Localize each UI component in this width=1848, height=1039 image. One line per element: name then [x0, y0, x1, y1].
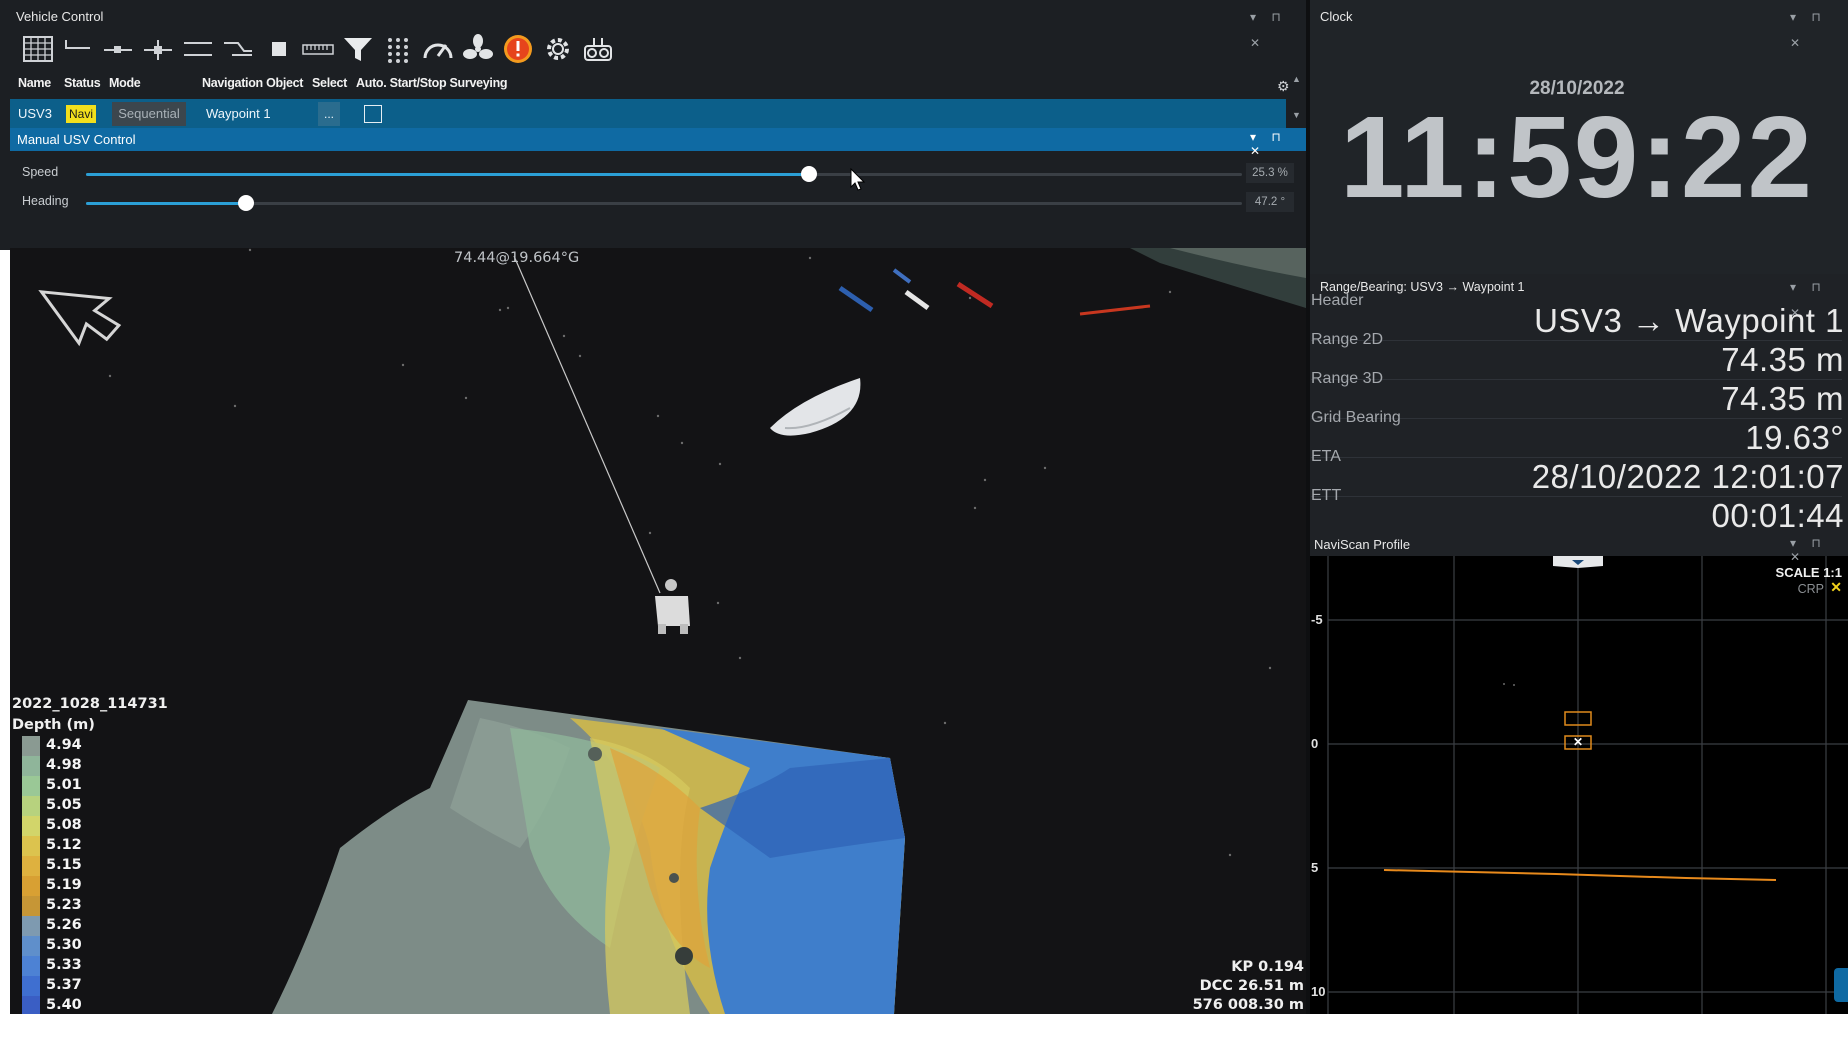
heading-slider[interactable]: [86, 193, 1242, 213]
svg-text:✕: ✕: [1573, 735, 1583, 749]
settings-gear-icon[interactable]: ⚙: [1277, 78, 1290, 95]
divider-vertical: [1306, 0, 1310, 1014]
rov-robot-icon[interactable]: [582, 34, 614, 64]
vehicle-control-title: Vehicle Control: [16, 9, 104, 24]
scroll-up-icon[interactable]: ▲: [1292, 74, 1301, 84]
rb-label-range3d: Range 3D: [1311, 370, 1384, 387]
speed-slider-fill: [86, 173, 809, 176]
clock-title: Clock: [1320, 9, 1353, 24]
gear-icon[interactable]: [542, 34, 574, 64]
rb-value-ett: 00:01:44: [1711, 497, 1844, 534]
survey-name: 2022_1028_114731: [12, 696, 168, 712]
easting-readout: 576 008.30 m: [1192, 997, 1304, 1013]
dot-grid-icon[interactable]: [382, 34, 414, 64]
heading-slider-fill: [86, 202, 246, 205]
col-navigation-object[interactable]: Navigation Object: [202, 76, 303, 90]
naviscan-crp: CRP: [1797, 582, 1824, 596]
select-browse-button[interactable]: ...: [318, 102, 340, 126]
parallel-lines-icon[interactable]: [182, 34, 214, 64]
clock-time: 11:59:22: [1340, 92, 1814, 222]
range-bearing-window-controls[interactable]: ▾ ⊓ ✕: [1790, 274, 1848, 320]
crp-marker-icon: ✕: [1830, 579, 1842, 595]
rb-value-eta: 28/10/2022 12:01:07: [1531, 458, 1844, 495]
naviscan-scale: SCALE 1:1: [1775, 565, 1842, 580]
heading-slider-thumb[interactable]: [237, 195, 254, 211]
status-badge: Navi: [66, 105, 97, 123]
funnel-filter-icon[interactable]: [342, 34, 374, 64]
heading-value: 47.2 °: [1246, 192, 1294, 212]
map-scene: [38, 248, 1306, 1014]
rb-label-ett: ETT: [1311, 487, 1342, 504]
naviscan-title: NaviScan Profile: [1314, 537, 1411, 552]
col-select[interactable]: Select: [312, 76, 347, 90]
fan-icon[interactable]: [462, 34, 494, 64]
speed-slider[interactable]: [86, 164, 1242, 184]
ruler-icon[interactable]: [302, 34, 334, 64]
vehicle-control-window-controls[interactable]: ▾ ⊓ ✕: [1250, 4, 1306, 50]
stop-square-icon[interactable]: [262, 34, 294, 64]
side-tab-icon[interactable]: [1834, 968, 1848, 1002]
col-mode[interactable]: Mode: [109, 76, 141, 90]
speed-slider-thumb[interactable]: [800, 166, 817, 182]
table-row[interactable]: USV3 Navi Sequential Waypoint 1 ...: [10, 99, 1286, 129]
col-status[interactable]: Status: [64, 76, 101, 90]
mouse-cursor-icon: [850, 168, 866, 191]
rb-value-header: USV3 → Waypoint 1: [1534, 302, 1844, 339]
naviscan-plot[interactable]: ✕: [1306, 556, 1848, 1014]
range-bearing-title: Range/Bearing: USV3 → Waypoint 1: [1320, 280, 1525, 294]
heading-label: Heading: [22, 194, 69, 208]
branch-lines-icon[interactable]: [222, 34, 254, 64]
navigation-object-value[interactable]: Waypoint 1: [206, 106, 271, 121]
mode-select[interactable]: Sequential: [112, 102, 186, 126]
naviscan-ytick: 0: [1311, 736, 1319, 751]
target-label: 74.44@19.664°G: [454, 250, 580, 266]
naviscan-ytick: 5: [1311, 860, 1319, 875]
speed-label: Speed: [22, 165, 59, 179]
speedometer-icon[interactable]: [422, 34, 454, 64]
clock-panel: Clock ▾ ⊓ ✕ 28/10/2022 11:59:22: [1306, 0, 1848, 274]
vehicle-name: USV3: [18, 106, 52, 121]
manual-usv-titlebar: Manual USV Control ▾ ⊓ ✕: [10, 128, 1306, 158]
naviscan-titlebar: NaviScan Profile ▾ ⊓ ✕: [1306, 532, 1848, 564]
auto-surveying-checkbox[interactable]: [364, 105, 382, 123]
col-auto-surveying[interactable]: Auto. Start/Stop Surveying: [356, 76, 508, 90]
kp-readout: KP 0.194: [1231, 959, 1304, 975]
rb-label-header: Header: [1311, 292, 1364, 309]
bottom-margin: [0, 1014, 1848, 1039]
rb-value-range3d: 74.35 m: [1721, 380, 1844, 417]
toolbar: [12, 30, 652, 72]
speed-value: 25.3 %: [1246, 163, 1294, 183]
manual-usv-window-controls[interactable]: ▾ ⊓ ✕: [1250, 130, 1306, 158]
legend-title: Depth (m): [12, 717, 95, 733]
naviscan-ytick: -5: [1311, 612, 1323, 627]
map-3d-view[interactable]: 74.44@19.664°G 2022_1028_114731 Depth (m…: [10, 248, 1306, 1014]
rb-value-grid-bearing: 19.63°: [1745, 419, 1844, 456]
manual-usv-title: Manual USV Control: [17, 132, 136, 147]
vehicle-control-panel: Vehicle Control ▾ ⊓ ✕ Name Status Mode N…: [0, 0, 1306, 250]
line-node-icon[interactable]: [142, 34, 174, 64]
line-dash-icon[interactable]: [62, 34, 94, 64]
rb-value-range2d: 74.35 m: [1721, 341, 1844, 378]
rb-label-range2d: Range 2D: [1311, 331, 1384, 348]
alert-icon[interactable]: [502, 34, 534, 64]
clock-window-controls[interactable]: ▾ ⊓ ✕: [1790, 4, 1848, 50]
scroll-down-icon[interactable]: ▼: [1292, 110, 1301, 120]
depth-legend: 4.94 4.98 5.01 5.05 5.08 5.12 5.15 5.19 …: [10, 736, 130, 1014]
dcc-readout: DCC 26.51 m: [1199, 978, 1304, 994]
rb-label-grid-bearing: Grid Bearing: [1311, 409, 1401, 426]
col-name[interactable]: Name: [18, 76, 51, 90]
naviscan-ytick: 10: [1311, 984, 1326, 999]
line-dot-icon[interactable]: [102, 34, 134, 64]
grid-table-icon[interactable]: [22, 34, 54, 64]
naviscan-panel: NaviScan Profile ▾ ⊓ ✕ ✕ -5 0 5 10 SCALE…: [1306, 532, 1848, 1014]
rb-label-eta: ETA: [1311, 448, 1341, 465]
